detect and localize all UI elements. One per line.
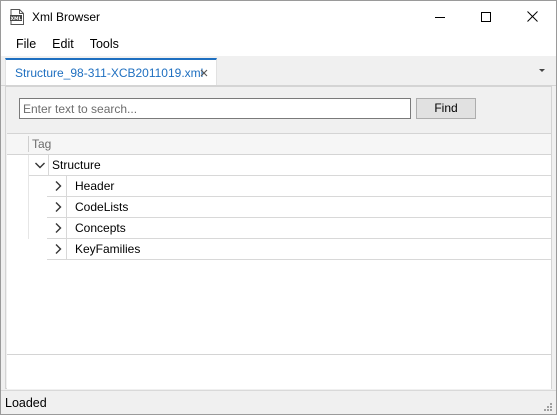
tree-cell-divider — [48, 155, 49, 176]
tree-node-label: KeyFamilies — [75, 242, 141, 256]
maximize-button[interactable] — [463, 1, 509, 32]
tree-node-label: CodeLists — [75, 200, 129, 214]
tree-node-label: Header — [75, 179, 115, 193]
column-divider — [28, 136, 29, 152]
document-tab[interactable]: Structure_98-311-XCB2011019.xml — [5, 58, 217, 85]
menu-edit[interactable]: Edit — [44, 33, 82, 55]
close-icon — [526, 11, 538, 22]
tree-row-concepts[interactable]: Concepts — [47, 218, 551, 239]
document-tab-label: Structure_98-311-XCB2011019.xml — [15, 66, 204, 80]
tree-node-label: Structure — [52, 158, 101, 172]
search-input[interactable] — [19, 98, 411, 119]
tree-node-label: Concepts — [75, 221, 126, 235]
title-bar[interactable]: XML Xml Browser — [1, 1, 556, 32]
status-text: Loaded — [5, 396, 47, 410]
tag-column-label: Tag — [32, 137, 52, 151]
chevron-right-icon[interactable] — [51, 221, 65, 235]
menu-file[interactable]: File — [1, 33, 44, 55]
xml-file-icon: XML — [10, 9, 24, 25]
chevron-down-icon[interactable] — [33, 158, 47, 172]
find-button[interactable]: Find — [416, 98, 476, 119]
tree-column-header[interactable]: Tag — [7, 134, 551, 155]
close-button[interactable] — [509, 1, 555, 32]
tree-row-header[interactable]: Header — [47, 176, 551, 197]
document-tab-strip: Structure_98-311-XCB2011019.xml — [1, 56, 556, 86]
app-window: XML Xml Browser File Edit Tools Structur… — [0, 0, 557, 415]
detail-pane — [7, 354, 551, 389]
xml-tree[interactable]: Tag Structure Header CodeLists Concepts … — [7, 133, 551, 355]
app-icon-text: XML — [10, 16, 21, 22]
tree-row-codelists[interactable]: CodeLists — [47, 197, 551, 218]
chevron-down-icon[interactable] — [537, 65, 547, 75]
tree-row-keyfamilies[interactable]: KeyFamilies — [47, 239, 551, 260]
document-panel: Find Tag Structure Header — [5, 86, 552, 389]
maximize-icon — [481, 11, 491, 22]
resize-grip-icon[interactable] — [541, 400, 553, 412]
chevron-right-icon[interactable] — [51, 179, 65, 193]
menu-tools[interactable]: Tools — [82, 33, 127, 55]
status-bar: Loaded — [1, 390, 556, 414]
close-icon[interactable] — [198, 67, 210, 79]
window-title: Xml Browser — [32, 10, 101, 24]
tree-cell-divider — [66, 176, 67, 260]
menu-bar: File Edit Tools — [1, 32, 556, 56]
chevron-right-icon[interactable] — [51, 242, 65, 256]
minimize-icon — [435, 16, 445, 18]
tree-row-structure[interactable]: Structure — [29, 155, 551, 176]
minimize-button[interactable] — [417, 1, 463, 32]
chevron-right-icon[interactable] — [51, 200, 65, 214]
